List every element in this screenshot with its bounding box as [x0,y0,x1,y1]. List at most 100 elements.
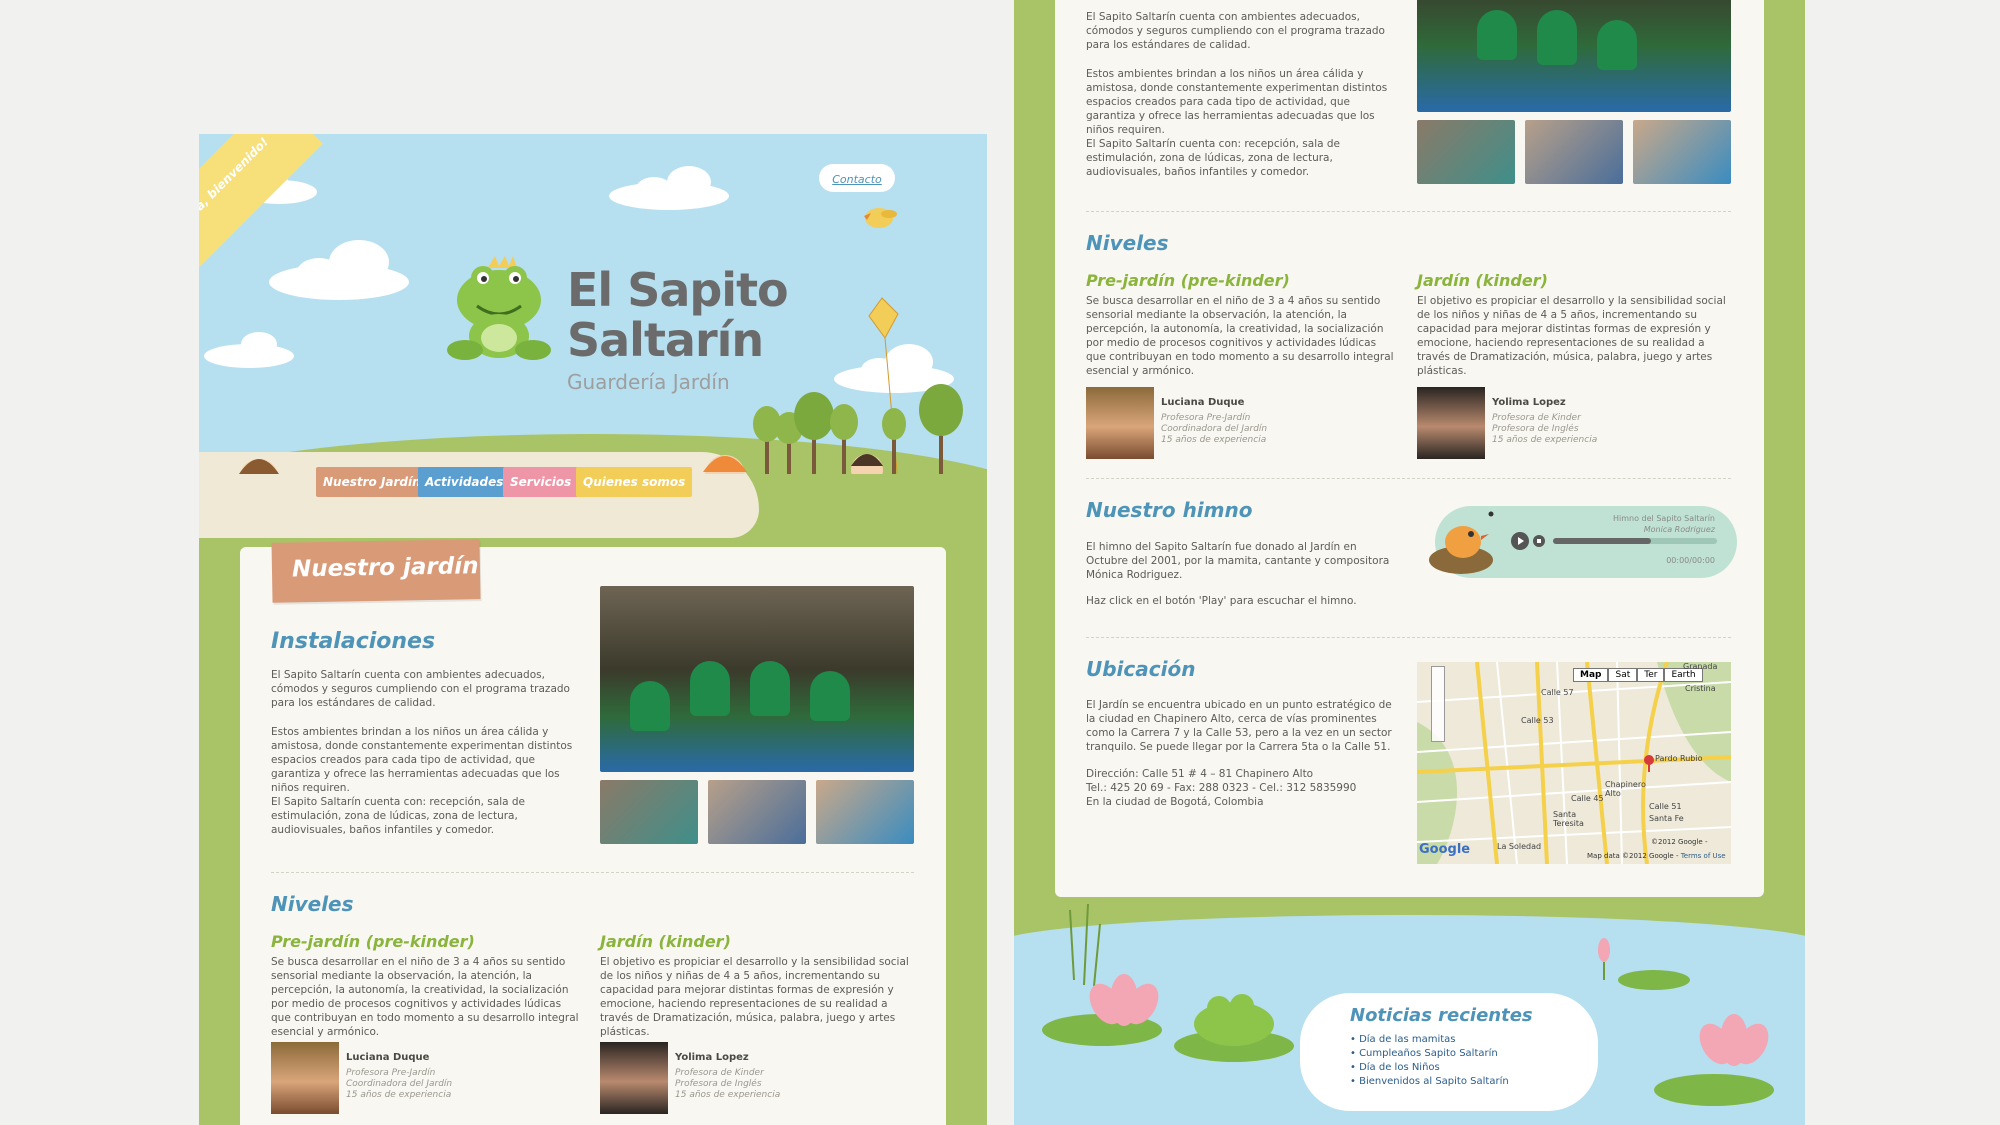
r-luciana-role3: 15 años de experiencia [1161,435,1267,445]
thumb-2[interactable] [708,780,806,844]
map-roads-svg [1417,662,1731,864]
map-data-notice: Map data ©2012 Google - Terms of Use [1587,852,1726,860]
play-button[interactable] [1511,532,1529,550]
nav-servicios[interactable]: Servicios [503,467,579,497]
ubicacion-p1: El Jardín se encuentra ubicado en un pun… [1086,699,1392,753]
content-card-2: El Sapito Saltarín cuenta con ambientes … [1055,0,1764,897]
r-luciana-name: Luciana Duque [1161,397,1245,408]
track-time: 00:00/00:00 [1666,556,1715,565]
ubicacion-tel: Tel.: 425 20 69 - Fax: 288 0323 - Cel.: … [1086,782,1357,794]
nav-actividades[interactable]: Actividades [418,467,511,497]
news-item[interactable]: Día de las mamitas [1350,1033,1509,1047]
map-type-sat[interactable]: Sat [1608,668,1638,682]
instalaciones-title: Instalaciones [271,629,436,654]
map-label: Calle 57 [1541,688,1574,697]
instalaciones-p3: El Sapito Saltarín cuenta con: recepción… [271,796,526,836]
map-label: Calle 45 [1571,794,1604,803]
pre-text: Se busca desarrollar en el niño de 3 a 4… [271,956,579,1038]
thumb-1[interactable] [600,780,698,844]
ubicacion-dir: Dirección: Calle 51 # 4 – 81 Chapinero A… [1086,768,1314,780]
google-map[interactable]: Map Sat Ter Earth Granada Cristina Calle… [1417,662,1731,864]
kids-photo-main[interactable] [600,586,914,772]
r-luciana-avatar [1086,387,1154,459]
r-kids-photo-main[interactable] [1417,0,1731,112]
r-thumb-2[interactable] [1525,120,1623,184]
r-instalaciones-p1: El Sapito Saltarín cuenta con ambientes … [1086,11,1385,51]
kinder-text: El objetivo es propiciar el desarrollo y… [600,956,909,1038]
content-card: Nuestro jardín Instalaciones El Sapito S… [240,539,946,1125]
divider [1086,637,1731,638]
news-item[interactable]: Cumpleaños Sapito Saltarín [1350,1047,1509,1061]
instalaciones-p2: Estos ambientes brindan a los niños un á… [271,726,573,794]
r-instalaciones-p3: El Sapito Saltarín cuenta con: recepción… [1086,138,1341,178]
r-niveles-title: Niveles [1086,231,1169,255]
map-type-ter[interactable]: Ter [1637,668,1665,682]
map-label: Santa Teresita [1553,810,1584,828]
map-pan-control[interactable] [1431,666,1445,742]
terms-link[interactable]: Terms of Use [1681,852,1726,860]
map-type-map[interactable]: Map [1573,668,1609,682]
r-pre-text: Se busca desarrollar en el niño de 3 a 4… [1086,295,1394,377]
divider [271,872,914,873]
section-tab: Nuestro jardín [271,539,481,603]
right-page: Noticias recientes Día de las mamitas Cu… [1014,0,1805,1125]
map-label: Chapinero Alto [1605,780,1646,798]
section-tab-title: Nuestro jardín [291,553,479,583]
map-label: Calle 53 [1521,716,1554,725]
divider [1086,478,1731,479]
r-yolima-avatar [1417,387,1485,459]
thumb-3[interactable] [816,780,914,844]
luciana-avatar [271,1042,339,1114]
news-item[interactable]: Día de los Niños [1350,1061,1509,1075]
progress-track[interactable] [1553,538,1717,544]
yolima-avatar [600,1042,668,1114]
ubicacion-title: Ubicación [1086,657,1196,681]
r-yolima-role3: 15 años de experiencia [1492,435,1598,445]
niveles-title: Niveles [271,892,354,916]
r-kinder-text: El objetivo es propiciar el desarrollo y… [1417,295,1726,377]
instalaciones-p1: El Sapito Saltarín cuenta con ambientes … [271,669,570,709]
track-artist: Monica Rodriguez [1643,525,1715,534]
luciana-name: Luciana Duque [346,1052,430,1063]
kinder-title: Jardín (kinder) [600,932,731,951]
progress-fill [1553,538,1652,544]
ubicacion-city: En la ciudad de Bogotá, Colombia [1086,796,1264,808]
news-bubble: Noticias recientes Día de las mamitas Cu… [1300,993,1598,1111]
divider [1086,211,1731,212]
logo-title-1: El Sapito [567,263,789,317]
map-copyright: ©2012 Google - [1651,838,1708,846]
luciana-role3: 15 años de experiencia [346,1090,452,1100]
nav-nuestro-jardin[interactable]: Nuestro Jardín [316,467,428,497]
news-list: Día de las mamitas Cumpleaños Sapito Sal… [1350,1033,1509,1089]
map-label: Cristina [1685,684,1716,693]
logo-title-2: Saltarín [567,313,764,367]
r-instalaciones-p2: Estos ambientes brindan a los niños un á… [1086,68,1388,136]
news-title: Noticias recientes [1350,1005,1533,1026]
logo-tagline: Guardería Jardín [567,370,730,394]
track-title: Himno del Sapito Saltarín [1613,514,1715,523]
r-yolima-name: Yolima Lopez [1492,397,1566,408]
r-thumb-3[interactable] [1633,120,1731,184]
nav-quienes-somos[interactable]: Quienes somos [576,467,693,497]
frog-logo-icon [447,256,551,360]
map-label: La Soledad [1497,842,1542,851]
map-label: Calle 51 [1649,802,1682,811]
pre-title: Pre-jardín (pre-kinder) [271,932,475,951]
left-page: ¡Hola, bienvenido! Contacto El Sapito Sa… [199,134,987,1125]
map-label: Granada [1683,662,1718,671]
yolima-name: Yolima Lopez [675,1052,749,1063]
bird-nest-icon [1429,511,1494,574]
himno-p2: Haz click en el botón 'Play' para escuch… [1086,595,1357,607]
audio-player: Himno del Sapito Saltarín Monica Rodrigu… [1429,506,1737,578]
news-item[interactable]: Bienvenidos al Sapito Saltarín [1350,1075,1509,1089]
r-pre-title: Pre-jardín (pre-kinder) [1086,271,1290,290]
stop-button[interactable] [1533,535,1545,547]
google-logo: Google [1419,842,1471,857]
himno-title: Nuestro himno [1086,498,1253,522]
r-kinder-title: Jardín (kinder) [1417,271,1548,290]
r-thumb-1[interactable] [1417,120,1515,184]
contact-link[interactable]: Contacto [832,173,882,186]
contact-bubble[interactable]: Contacto [819,164,895,192]
map-label: Santa Fe [1649,814,1684,823]
map-label: Pardo Rubio [1655,754,1703,763]
